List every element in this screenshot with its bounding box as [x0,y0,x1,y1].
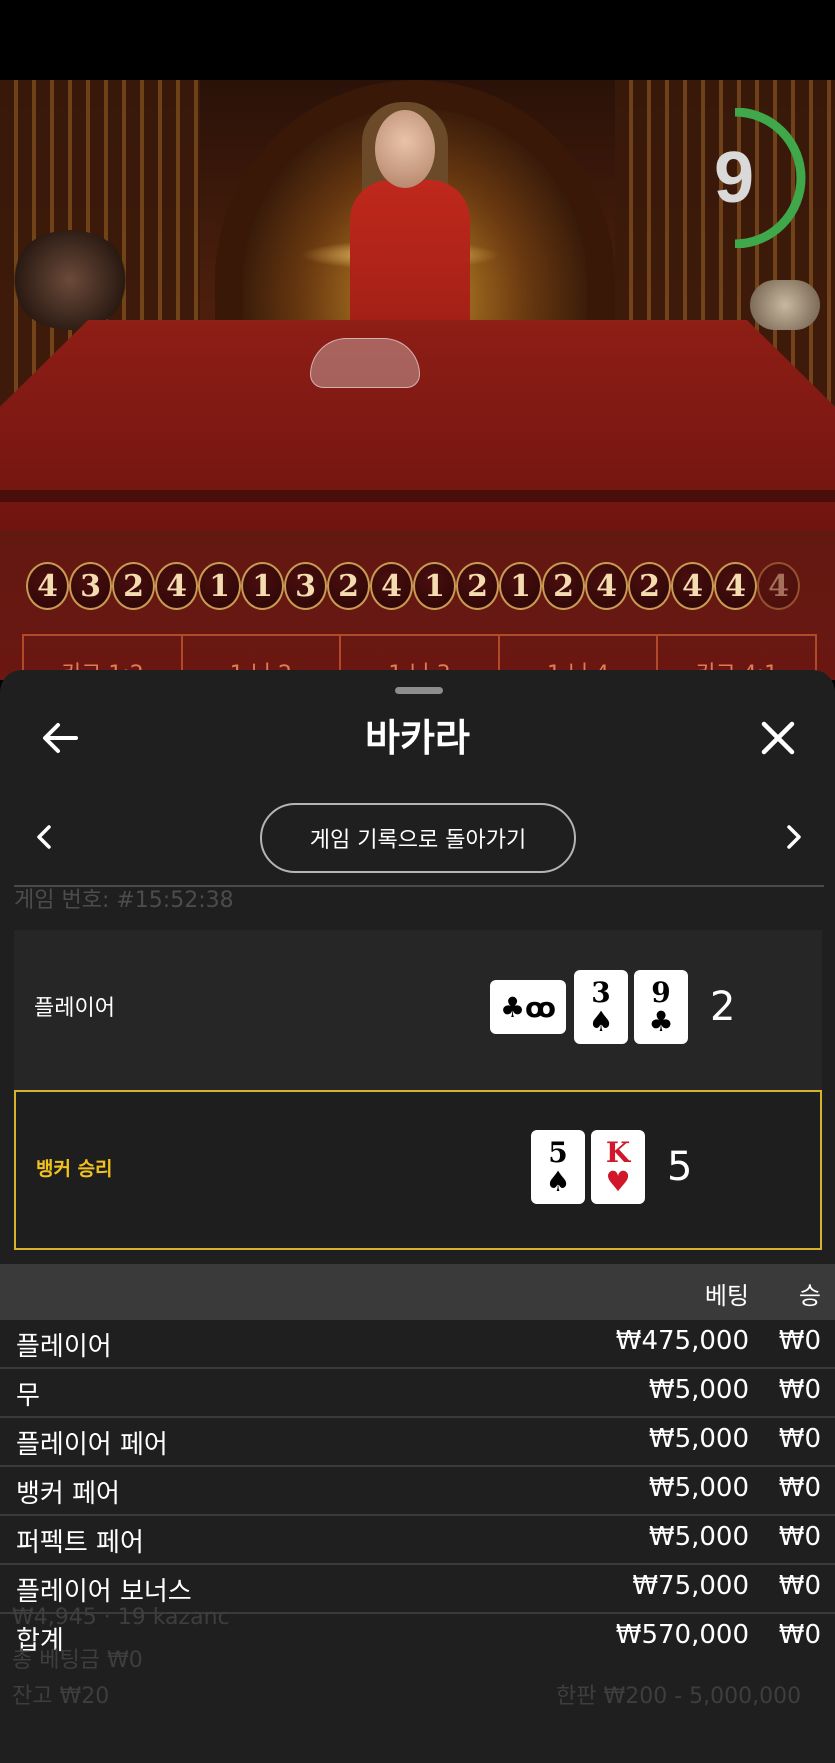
spade-suit-icon: ♠ [588,1005,614,1038]
table-row: 플레이어 ₩475,000 ₩0 [0,1320,835,1369]
chevron-right-icon[interactable] [778,822,808,852]
roadmap-bead: 2 [327,562,370,610]
bet-name: 퍼펙트 페어 [16,1528,144,1558]
win-amount: ₩0 [778,1326,821,1356]
bet-spot[interactable]: 키크 1:2 [24,636,183,674]
roadmap-bead: 4 [370,562,413,610]
table-row: 퍼펙트 페어 ₩5,000 ₩0 [0,1516,835,1565]
bet-amount: ₩75,000 [632,1571,749,1601]
ghost-balance-line: ₩4,945 · 19 kazanc [12,1605,230,1630]
side-card-face: ♣ꝏ [499,990,557,1024]
bet-amount: ₩475,000 [615,1326,749,1356]
header-bet: 베팅 [704,1282,749,1310]
game-number: 게임 번호: #15:52:38 [14,888,234,913]
sheet-drag-handle[interactable] [395,687,443,694]
roadmap-bead: 4 [757,562,800,610]
card-rank: K [605,1136,631,1169]
banker-card-1: 5 ♠ [531,1130,585,1204]
sheet-title: 바카라 [365,716,470,760]
table-row: 무 ₩5,000 ₩0 [0,1369,835,1418]
dealer-head [375,110,435,188]
banker-cards: 5 ♠ K ♥ 5 [531,1130,692,1204]
chevron-left-icon[interactable] [30,822,60,852]
win-amount: ₩0 [778,1571,821,1601]
win-amount: ₩0 [778,1424,821,1454]
bet-name: 플레이어 페어 [16,1430,168,1460]
player-hand-label: 플레이어 [34,996,115,1021]
roadmap-bead: 4 [714,562,757,610]
bonsai-decor [10,230,130,330]
roadmap-bead: 4 [585,562,628,610]
bets-table-header: 베팅 승 [0,1264,835,1320]
player-card-1: 3 ♠ [574,970,628,1044]
roadmap-bead: 2 [628,562,671,610]
roadmap-bead: 4 [155,562,198,610]
timer-value: 9 [713,138,755,218]
player-side-card: ♣ꝏ [490,980,566,1034]
player-card-2: 9 ♣ [634,970,688,1044]
bet-amount: ₩5,000 [648,1522,749,1552]
player-hand-row: 플레이어 ♣ꝏ 3 ♠ 9 ♣ 2 [14,930,822,1090]
banker-win-label: 뱅커 승리 [36,1158,113,1180]
total-win: ₩0 [778,1620,821,1650]
return-to-history-button[interactable]: 게임 기록으로 돌아가기 [260,803,576,873]
bet-spot[interactable]: 키크 4:1 [658,636,815,674]
banker-hand-row: 뱅커 승리 5 ♠ K ♥ 5 [14,1090,822,1250]
bet-spot[interactable]: 1 님 3 [341,636,500,674]
round-navigation: 게임 기록으로 돌아가기 [0,800,835,876]
spade-suit-icon: ♠ [545,1165,571,1198]
club-suit-icon: ♣ [648,1005,674,1038]
roadmap-bead: 2 [112,562,155,610]
bet-spot[interactable]: 1 님 4 [500,636,659,674]
table-row: 뱅커 페어 ₩5,000 ₩0 [0,1467,835,1516]
bet-amount: ₩5,000 [648,1424,749,1454]
roadmap-bead: 4 [26,562,69,610]
roadmap-bead: 3 [69,562,112,610]
card-rank: 3 [591,976,611,1009]
roadmap-bead: 4 [671,562,714,610]
roadmap-bead: 3 [284,562,327,610]
bet-amount: ₩5,000 [648,1375,749,1405]
bet-name: 플레이어 보너스 [16,1577,192,1607]
bet-name: 플레이어 [16,1332,112,1362]
bet-name: 무 [16,1381,40,1411]
table-rim [0,490,835,502]
roadmap-bead: 2 [456,562,499,610]
roadmap-bead: 1 [198,562,241,610]
history-sheet: 바카라 게임 기록으로 돌아가기 게임 번호: #15:52:38 플레이어 ♣… [0,670,835,1763]
roadmap-bead: 2 [542,562,585,610]
ghost-total-bet: 총 베팅금 ₩0 [12,1648,143,1673]
heart-suit-icon: ♥ [605,1165,631,1198]
roadmap-bead: 1 [241,562,284,610]
win-amount: ₩0 [778,1522,821,1552]
countdown-timer: 9 [695,107,807,249]
ghost-limits: 한판 ₩200 - 5,000,000 [556,1684,802,1709]
bet-amount: ₩5,000 [648,1473,749,1503]
roadmap-bead: 1 [413,562,456,610]
close-icon[interactable] [756,716,800,760]
ghost-balance: 잔고 ₩20 [12,1684,110,1709]
player-score: 2 [710,984,736,1030]
card-rank: 9 [651,976,671,1009]
card-rank: 5 [548,1136,568,1169]
dragon-statue [750,280,820,330]
win-amount: ₩0 [778,1375,821,1405]
bet-spots-grid: 키크 1:21 님 21 님 31 님 4키크 4:1 [22,634,817,674]
header-win: 승 [798,1282,821,1310]
win-amount: ₩0 [778,1473,821,1503]
dice-dome [310,338,420,388]
table-row: 플레이어 페어 ₩5,000 ₩0 [0,1418,835,1467]
total-bet: ₩570,000 [615,1620,749,1650]
banker-score: 5 [667,1144,693,1190]
banker-card-2: K ♥ [591,1130,645,1204]
bet-spot[interactable]: 1 님 2 [183,636,342,674]
bet-name: 뱅커 페어 [16,1479,120,1509]
status-bar [0,0,835,80]
roadmap-bead: 1 [499,562,542,610]
player-cards: ♣ꝏ 3 ♠ 9 ♣ 2 [490,970,735,1044]
roadmap-beads: 432411324121242444 [26,562,800,614]
